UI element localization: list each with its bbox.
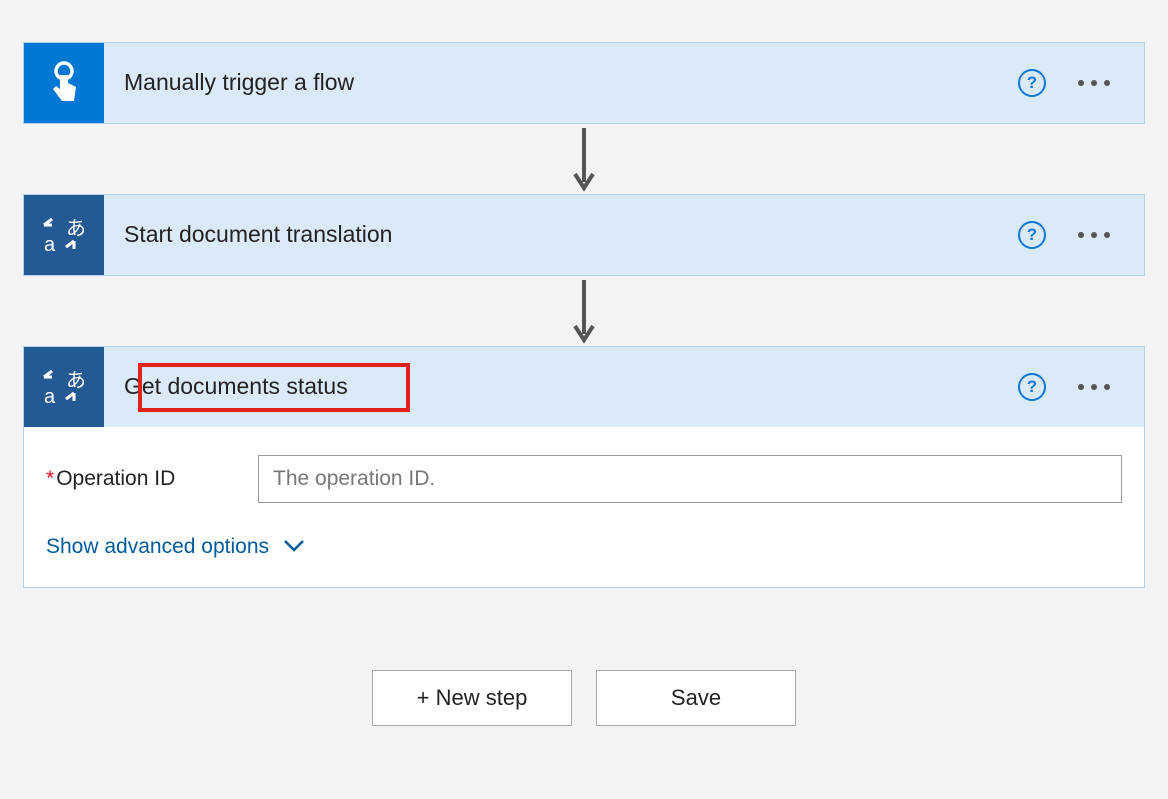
touch-icon bbox=[24, 43, 104, 123]
step-start-translation[interactable]: あ a Start document translation ? bbox=[23, 194, 1145, 276]
show-advanced-link[interactable]: Show advanced options bbox=[46, 535, 305, 559]
more-menu-icon[interactable] bbox=[1074, 74, 1114, 92]
svg-text:a: a bbox=[44, 386, 56, 408]
connector-arrow bbox=[569, 276, 599, 346]
flow-canvas: Manually trigger a flow ? あ a Start docu… bbox=[0, 0, 1168, 746]
step-title: Manually trigger a flow bbox=[124, 69, 354, 97]
field-label: *Operation ID bbox=[46, 467, 258, 491]
action-bar: + New step Save bbox=[372, 670, 796, 726]
translate-icon: あ a bbox=[24, 347, 104, 427]
more-menu-icon[interactable] bbox=[1074, 226, 1114, 244]
translate-icon: あ a bbox=[24, 195, 104, 275]
svg-text:あ: あ bbox=[66, 370, 86, 392]
operation-id-input[interactable] bbox=[258, 455, 1122, 503]
connector-arrow bbox=[569, 124, 599, 194]
field-row-operation-id: *Operation ID bbox=[46, 455, 1122, 503]
svg-text:あ: あ bbox=[66, 218, 86, 240]
header-actions: ? bbox=[1018, 373, 1144, 401]
new-step-button[interactable]: + New step bbox=[372, 670, 572, 726]
step-body: *Operation ID Show advanced options bbox=[24, 427, 1144, 587]
save-button[interactable]: Save bbox=[596, 670, 796, 726]
step-title: Start document translation bbox=[124, 221, 392, 249]
advanced-label: Show advanced options bbox=[46, 535, 269, 559]
step-header[interactable]: Manually trigger a flow ? bbox=[24, 43, 1144, 123]
step-trigger[interactable]: Manually trigger a flow ? bbox=[23, 42, 1145, 124]
step-header[interactable]: あ a Start document translation ? bbox=[24, 195, 1144, 275]
chevron-down-icon bbox=[283, 535, 305, 559]
svg-text:a: a bbox=[44, 234, 56, 256]
help-icon[interactable]: ? bbox=[1018, 69, 1046, 97]
help-icon[interactable]: ? bbox=[1018, 221, 1046, 249]
help-icon[interactable]: ? bbox=[1018, 373, 1046, 401]
step-get-status: あ a Get documents status ? *Operation ID… bbox=[23, 346, 1145, 588]
more-menu-icon[interactable] bbox=[1074, 378, 1114, 396]
step-header[interactable]: あ a Get documents status ? bbox=[24, 347, 1144, 427]
header-actions: ? bbox=[1018, 69, 1144, 97]
step-title: Get documents status bbox=[124, 373, 348, 401]
header-actions: ? bbox=[1018, 221, 1144, 249]
